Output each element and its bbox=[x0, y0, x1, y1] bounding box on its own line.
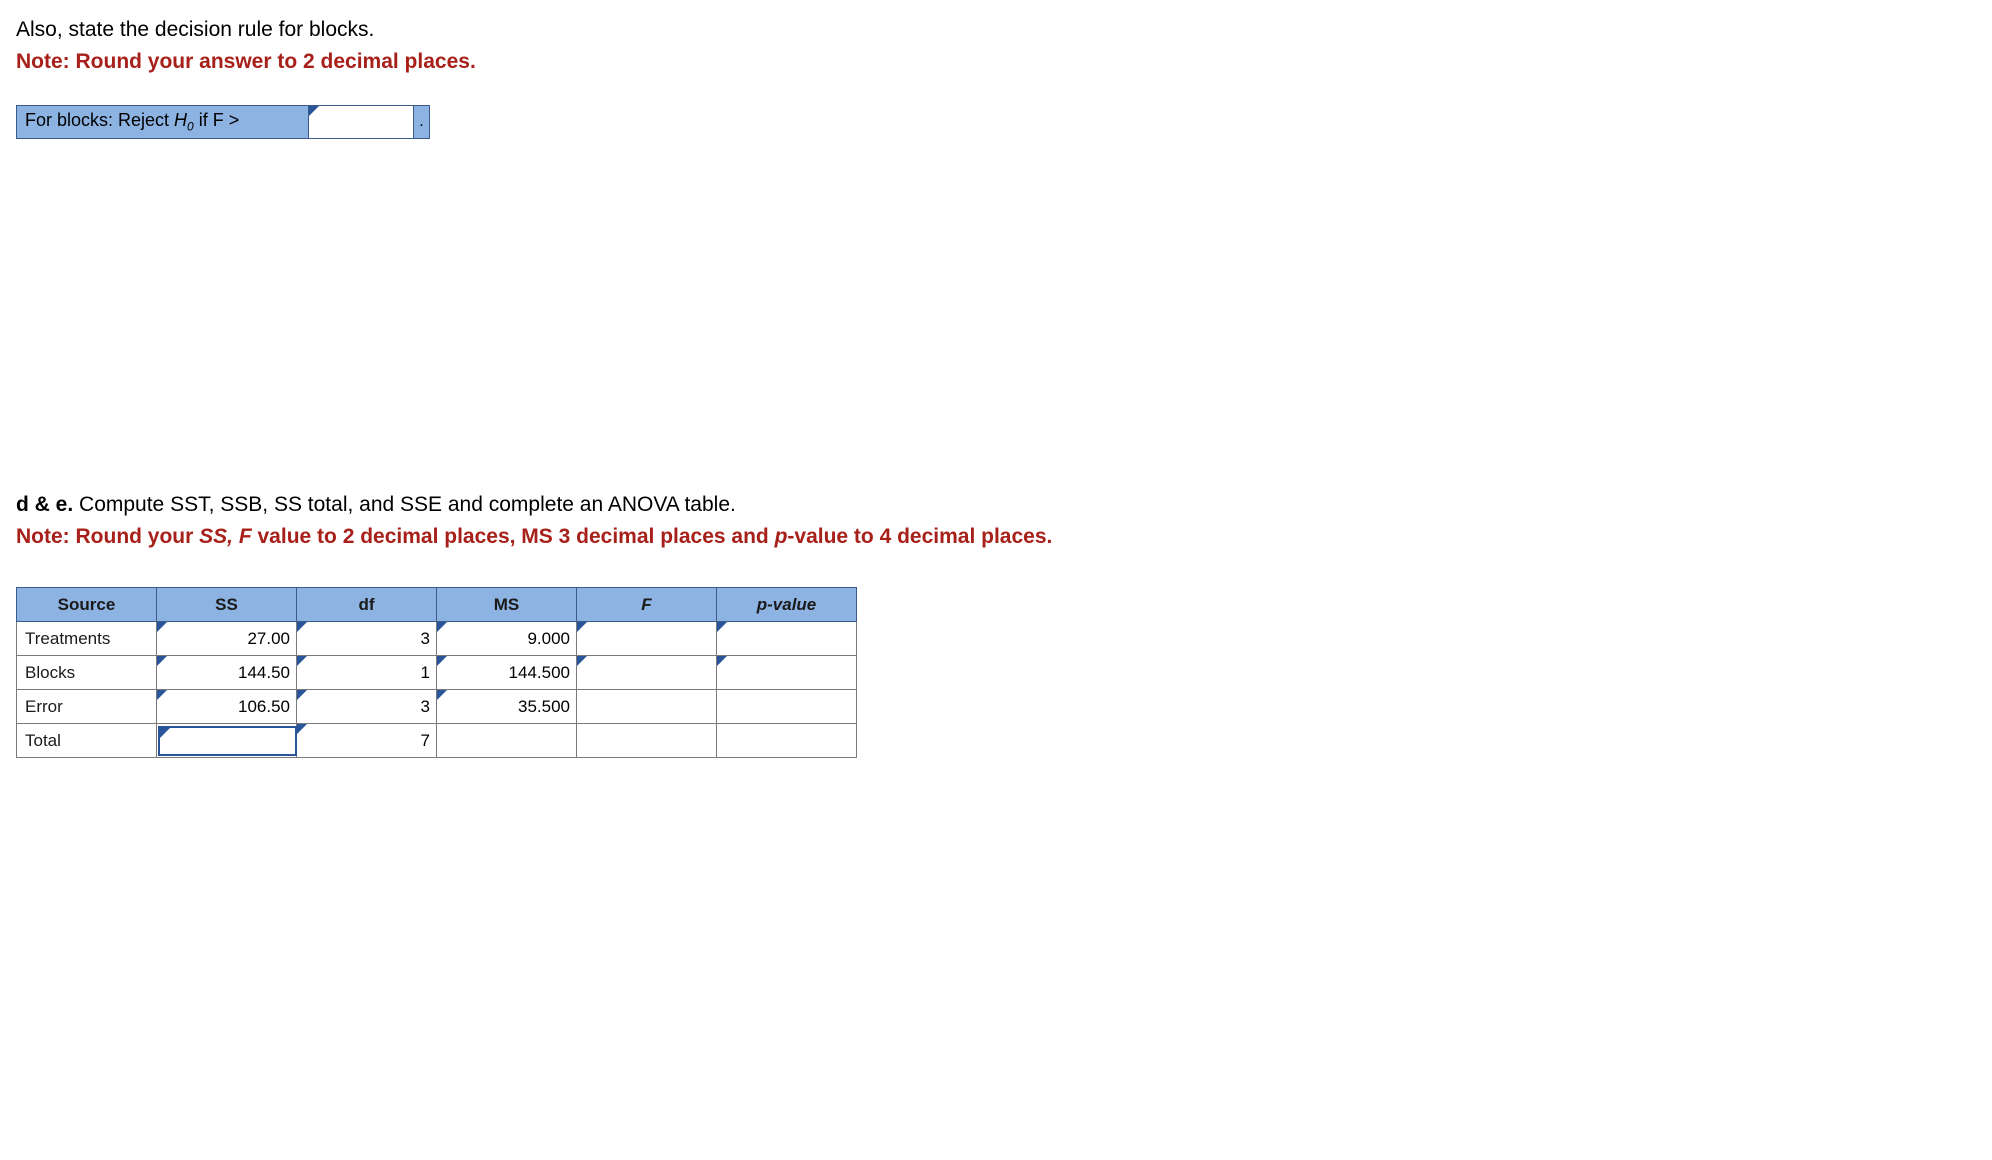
input-corner-tab-icon bbox=[437, 656, 447, 666]
input-corner-tab-icon bbox=[437, 622, 447, 632]
row-label: Error bbox=[17, 690, 157, 724]
table-row: Error bbox=[17, 690, 857, 724]
ms-input-disabled bbox=[437, 724, 576, 757]
section-anova: d & e. Compute SST, SSB, SS total, and S… bbox=[16, 489, 1976, 758]
th-source: Source bbox=[17, 588, 157, 622]
input-corner-tab-icon bbox=[717, 656, 727, 666]
f-input[interactable] bbox=[577, 656, 716, 689]
row-label: Total bbox=[17, 724, 157, 758]
p-input[interactable] bbox=[717, 622, 856, 655]
f-input-disabled bbox=[577, 690, 716, 723]
input-corner-tab-icon bbox=[437, 690, 447, 700]
decision-rule-label: For blocks: Reject H0 if F > bbox=[16, 105, 309, 139]
df-input[interactable] bbox=[297, 622, 436, 655]
ms-input[interactable] bbox=[437, 656, 576, 689]
ms-input[interactable] bbox=[437, 622, 576, 655]
df-input[interactable] bbox=[297, 724, 436, 757]
input-corner-tab-icon bbox=[717, 622, 727, 632]
ss-input[interactable] bbox=[157, 690, 296, 723]
table-row: Total bbox=[17, 724, 857, 758]
table-row: Treatments bbox=[17, 622, 857, 656]
p-input-disabled bbox=[717, 724, 856, 757]
decision-rule-input-cell bbox=[309, 105, 414, 139]
p-input-disabled bbox=[717, 690, 856, 723]
input-corner-tab-icon bbox=[297, 724, 307, 734]
anova-table-wrap: Source SS df MS F p-value Treatments bbox=[16, 587, 1976, 758]
th-df: df bbox=[297, 588, 437, 622]
th-ss: SS bbox=[157, 588, 297, 622]
section-blocks-rule: Also, state the decision rule for blocks… bbox=[16, 14, 1976, 139]
table-row: Blocks bbox=[17, 656, 857, 690]
input-corner-tab-icon bbox=[577, 656, 587, 666]
ms-input[interactable] bbox=[437, 690, 576, 723]
ss-input[interactable] bbox=[157, 622, 296, 655]
row-label: Blocks bbox=[17, 656, 157, 690]
note-text: Note: Round your answer to 2 decimal pla… bbox=[16, 46, 1976, 78]
de-instruction: d & e. Compute SST, SSB, SS total, and S… bbox=[16, 489, 1976, 521]
row-label: Treatments bbox=[17, 622, 157, 656]
df-input[interactable] bbox=[297, 656, 436, 689]
input-corner-tab-icon bbox=[160, 728, 170, 738]
th-p: p-value bbox=[717, 588, 857, 622]
f-input[interactable] bbox=[577, 622, 716, 655]
input-corner-tab-icon bbox=[157, 656, 167, 666]
ss-input[interactable] bbox=[160, 728, 295, 754]
input-corner-tab-icon bbox=[157, 622, 167, 632]
p-input[interactable] bbox=[717, 656, 856, 689]
input-corner-tab-icon bbox=[297, 656, 307, 666]
anova-table: Source SS df MS F p-value Treatments bbox=[16, 587, 857, 758]
decision-rule-input[interactable] bbox=[309, 106, 413, 138]
f-input-disabled bbox=[577, 724, 716, 757]
input-corner-tab-icon bbox=[309, 106, 319, 116]
input-corner-tab-icon bbox=[157, 690, 167, 700]
instruction-text: Also, state the decision rule for blocks… bbox=[16, 14, 1976, 46]
trailing-dot: . bbox=[414, 105, 430, 139]
decision-rule-row: For blocks: Reject H0 if F > . bbox=[16, 105, 1976, 139]
input-corner-tab-icon bbox=[297, 690, 307, 700]
input-corner-tab-icon bbox=[297, 622, 307, 632]
th-ms: MS bbox=[437, 588, 577, 622]
de-note: Note: Round your SS, F value to 2 decima… bbox=[16, 521, 1976, 553]
ss-input[interactable] bbox=[157, 656, 296, 689]
th-f: F bbox=[577, 588, 717, 622]
df-input[interactable] bbox=[297, 690, 436, 723]
input-corner-tab-icon bbox=[577, 622, 587, 632]
